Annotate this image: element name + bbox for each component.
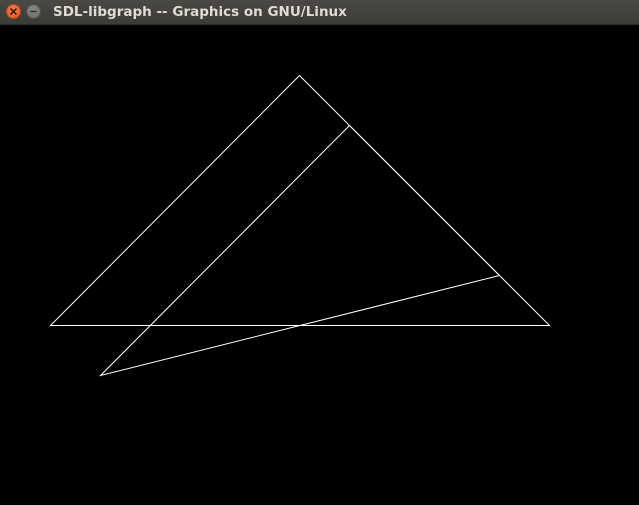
close-button[interactable] <box>6 4 21 19</box>
minimize-button[interactable] <box>26 4 41 19</box>
app-window: SDL-libgraph -- Graphics on GNU/Linux <box>0 0 639 505</box>
title-bar[interactable]: SDL-libgraph -- Graphics on GNU/Linux <box>0 0 639 25</box>
triangle-translated <box>98 124 501 377</box>
close-icon <box>10 8 17 15</box>
minimize-icon <box>30 10 37 13</box>
window-title: SDL-libgraph -- Graphics on GNU/Linux <box>53 4 347 20</box>
triangle-original <box>49 74 551 326</box>
graphics-canvas <box>0 25 639 505</box>
drawing-surface <box>49 74 551 377</box>
